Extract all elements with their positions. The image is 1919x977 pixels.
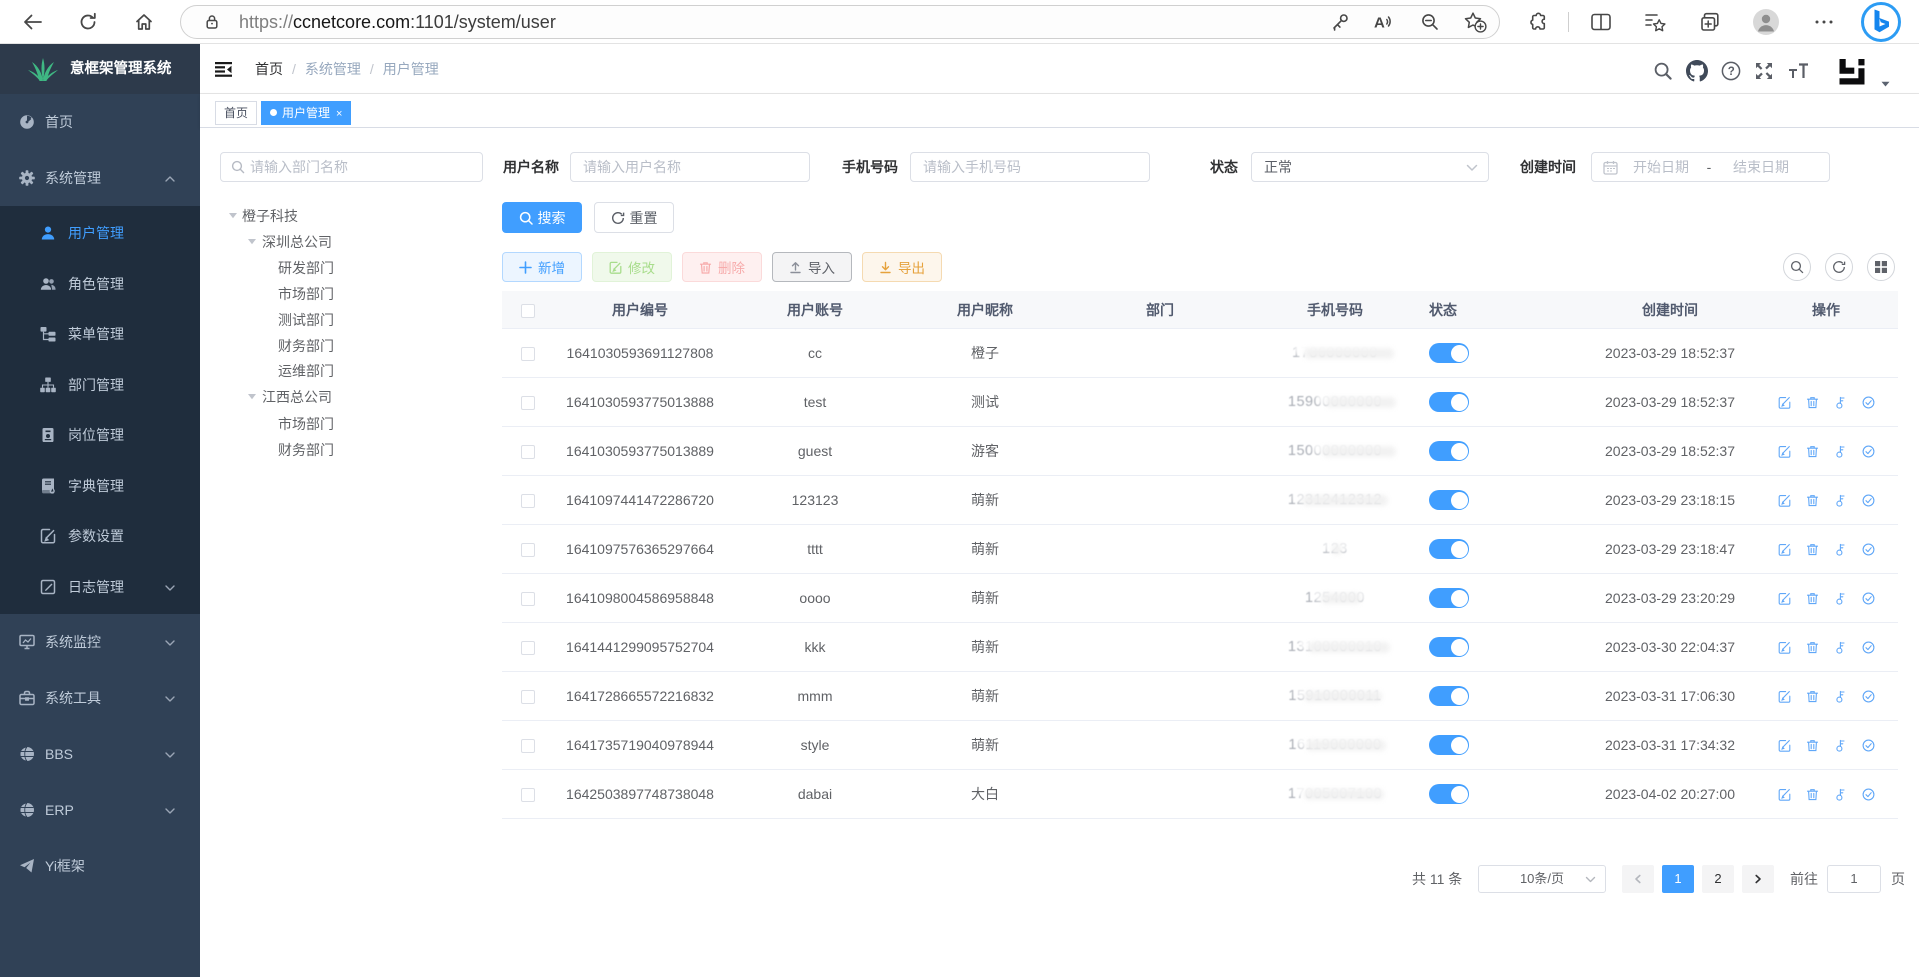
svg-text:A: A xyxy=(1374,15,1385,32)
svg-text:?: ? xyxy=(1728,66,1735,78)
